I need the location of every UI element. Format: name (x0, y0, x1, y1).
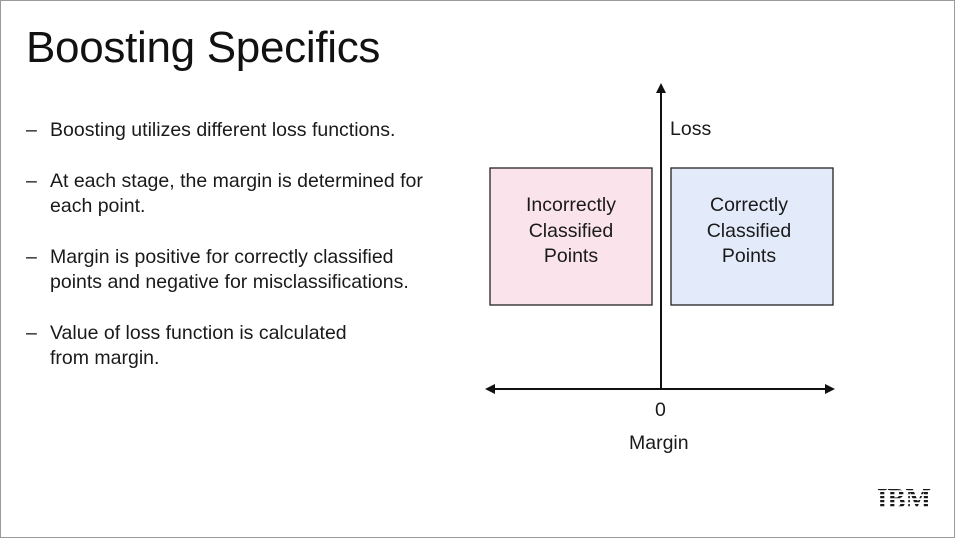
label-line: Incorrectly (526, 194, 616, 216)
svg-text:IBM: IBM (877, 484, 931, 510)
bullet-dash: – (26, 119, 37, 141)
bullet-text: Value of loss function is calculated fro… (50, 321, 347, 370)
bullet-item: – Value of loss function is calculated f… (26, 321, 466, 372)
margin-axis-label: Margin (629, 432, 689, 454)
label-line: Points (721, 245, 777, 267)
label-line: Classified (528, 219, 614, 242)
bullet-dash: – (26, 169, 37, 192)
bullet-dash: – (26, 245, 37, 268)
incorrectly-classified-label: Incorrectly Classified Points (490, 193, 652, 270)
bullet-text: Margin is positive for correctly classif… (50, 245, 409, 294)
origin-label: 0 (655, 399, 666, 421)
label-line: Points (543, 245, 599, 267)
bullet-item: – Margin is positive for correctly class… (26, 245, 466, 296)
label-line: Classified (706, 219, 792, 242)
bullet-item: – At each stage, the margin is determine… (26, 169, 466, 220)
ibm-logo-mark: IBM (877, 484, 931, 510)
ibm-logo: IBM (876, 484, 932, 515)
loss-axis-label: Loss (670, 118, 712, 140)
bullet-dash: – (26, 321, 37, 344)
slide-title: Boosting Specifics (26, 23, 381, 72)
bullet-text: Boosting utilizes different loss functio… (50, 119, 396, 141)
bullet-list: – Boosting utilizes different loss funct… (26, 118, 466, 397)
label-line: Correctly (709, 194, 788, 216)
bullet-text: At each stage, the margin is determined … (50, 169, 423, 218)
slide: Boosting Specifics – Boosting utilizes d… (0, 0, 955, 538)
correctly-classified-label: Correctly Classified Points (668, 193, 830, 270)
bullet-item: – Boosting utilizes different loss funct… (26, 118, 466, 144)
